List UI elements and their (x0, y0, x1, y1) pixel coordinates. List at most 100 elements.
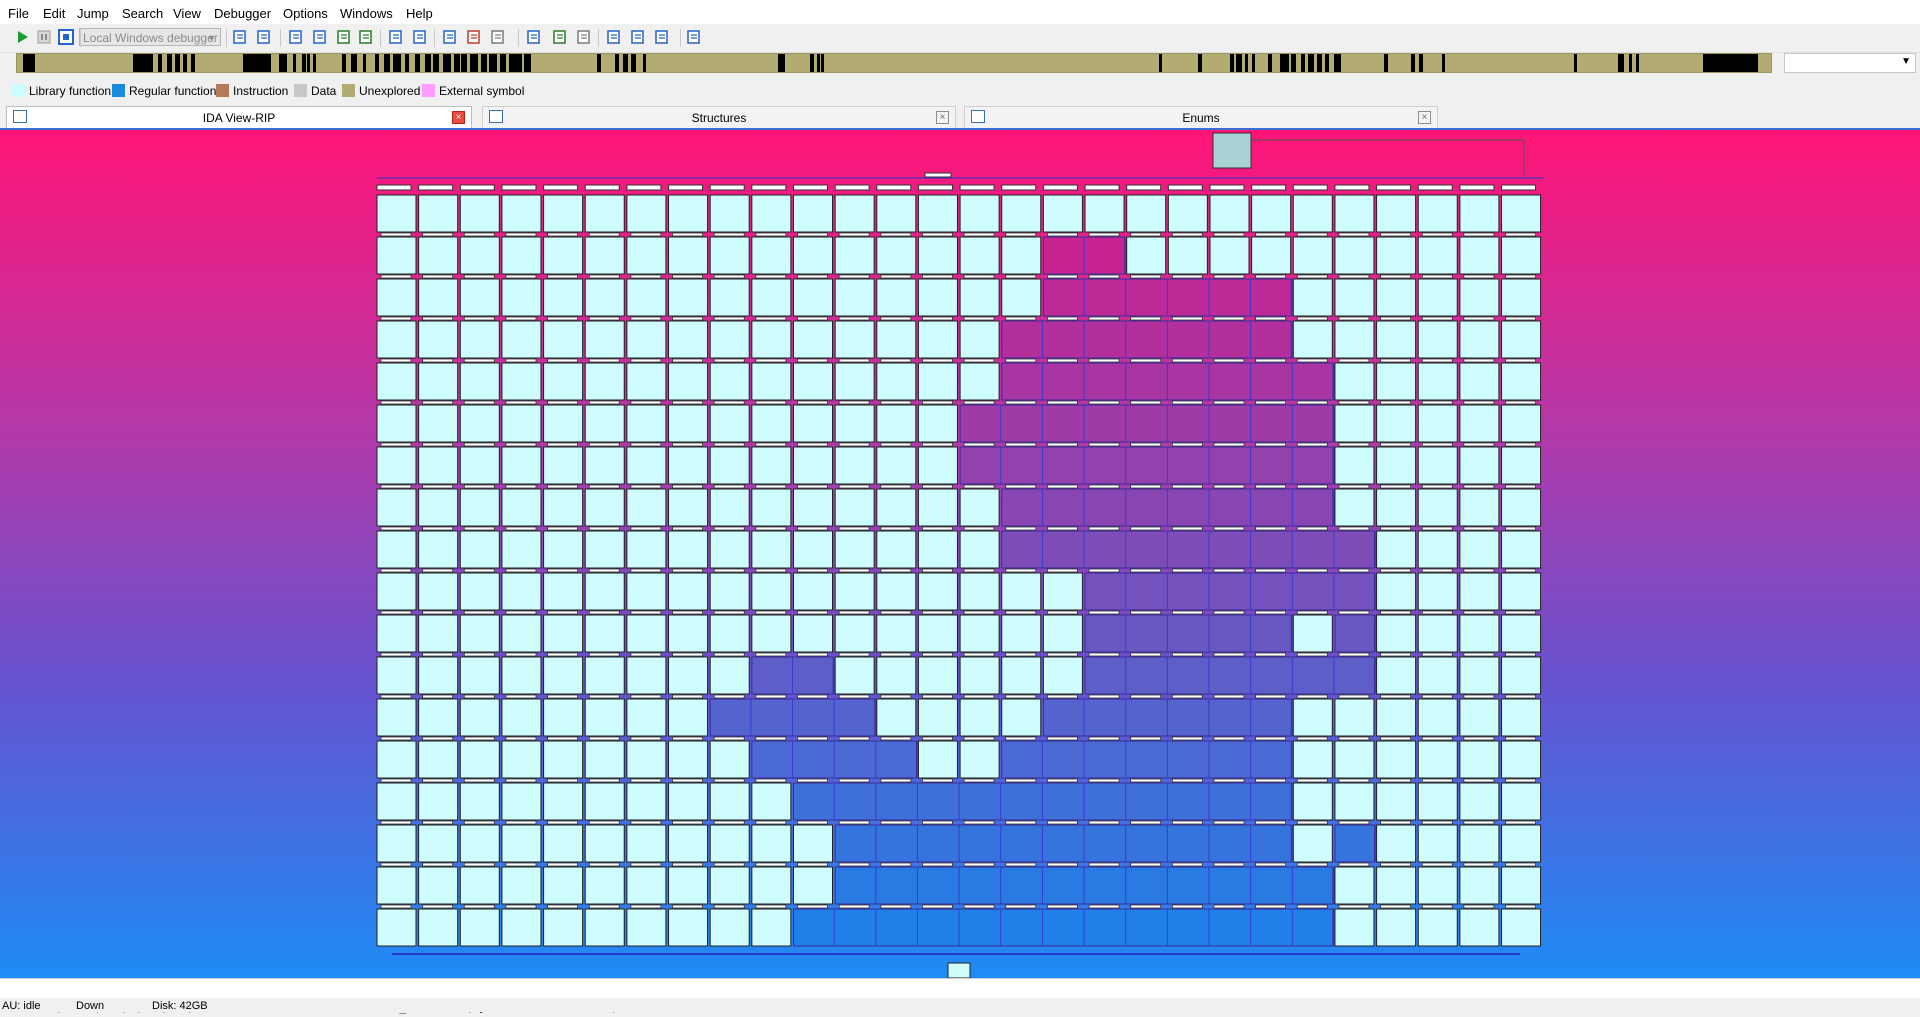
graph-canvas[interactable] (0, 130, 1920, 978)
connector-block (1296, 568, 1328, 573)
connector-block (380, 442, 412, 447)
connector-block (1296, 610, 1328, 615)
delete-breakpoint-icon[interactable] (488, 27, 508, 47)
navigation-band[interactable] (16, 53, 1772, 73)
attach-icon[interactable] (230, 27, 250, 47)
debugger-select[interactable]: Local Windows debugger ▼ (79, 28, 221, 46)
connector-block (1005, 526, 1037, 531)
basic-block (459, 614, 500, 653)
navband-segment (279, 54, 287, 72)
connector-block (1213, 568, 1245, 573)
connector-block (1255, 778, 1287, 783)
connector-block (713, 442, 745, 447)
connector-block (1171, 568, 1203, 573)
add-breakpoint-icon[interactable] (464, 27, 484, 47)
breakpoint-list-icon[interactable] (334, 27, 354, 47)
graph-view-icon[interactable] (386, 27, 406, 47)
connector-block (1088, 484, 1120, 489)
connector-block (1130, 400, 1162, 405)
menu-debugger[interactable]: Debugger (214, 6, 271, 22)
legend-label: Instruction (233, 84, 289, 98)
menu-search[interactable]: Search (122, 6, 163, 22)
basic-block (501, 362, 542, 401)
basic-block (459, 908, 500, 947)
connector-block (1171, 694, 1203, 699)
legend-swatch (294, 84, 307, 97)
connector-block (1463, 820, 1495, 825)
basic-block (834, 530, 875, 569)
tab-structures[interactable]: Structures × (482, 106, 956, 128)
stop-icon[interactable] (56, 27, 76, 47)
basic-block (418, 614, 459, 653)
connector-block (922, 568, 953, 573)
connector-block (422, 736, 454, 741)
legend-bar: Library function Regular function Instruct… (0, 80, 1920, 102)
basic-block (418, 278, 459, 317)
hide-node-icon[interactable] (574, 27, 594, 47)
menu-edit[interactable]: Edit (43, 6, 65, 22)
new-layout-icon[interactable] (524, 27, 544, 47)
open-list-icon[interactable] (604, 27, 624, 47)
basic-block (418, 572, 459, 611)
menu-view[interactable]: View (173, 6, 201, 22)
connector-block (505, 316, 537, 321)
flowchart-icon[interactable] (652, 27, 672, 47)
xref-icon[interactable] (628, 27, 648, 47)
menu-jump[interactable]: Jump (77, 6, 109, 22)
basic-block (1376, 194, 1417, 233)
connector-block (588, 778, 620, 783)
step-over-icon[interactable] (286, 27, 306, 47)
connector-block (1005, 820, 1037, 825)
connector-block (1005, 652, 1037, 657)
tab-ida-view-rip[interactable]: IDA View-RIP × (6, 106, 472, 128)
basic-block (418, 530, 459, 569)
connector-block (1380, 904, 1411, 909)
close-icon[interactable]: × (936, 111, 949, 124)
call-graph-icon[interactable] (684, 27, 704, 47)
connector-block (1047, 778, 1078, 783)
menu-file[interactable]: File (8, 6, 29, 22)
connector-block (630, 652, 662, 657)
tab-enums[interactable]: Enums × (964, 106, 1438, 128)
close-icon[interactable]: × (1418, 111, 1431, 124)
connector-block (1171, 778, 1203, 783)
run-to-cursor-icon[interactable] (310, 27, 330, 47)
trace-icon[interactable] (356, 27, 376, 47)
connector-block (547, 694, 578, 699)
basic-block (1001, 236, 1042, 275)
legend-item-instruction: Instruction (216, 84, 288, 98)
play-icon[interactable] (12, 27, 32, 47)
connector-block (1213, 232, 1245, 237)
connector-block (1005, 484, 1037, 489)
connector-block (1213, 778, 1245, 783)
proximity-icon[interactable] (410, 27, 430, 47)
connector-block (797, 652, 828, 657)
basic-block (584, 656, 625, 695)
connector-block (1421, 316, 1453, 321)
basic-block (668, 320, 709, 359)
basic-block (584, 488, 625, 527)
close-icon[interactable]: × (452, 111, 465, 124)
connector-block (880, 316, 912, 321)
basic-block (501, 824, 542, 863)
script-icon[interactable] (440, 27, 460, 47)
graph-view[interactable] (0, 128, 1920, 978)
connector-block (922, 232, 953, 237)
step-into-icon[interactable] (254, 27, 274, 47)
connector-block (463, 610, 495, 615)
menu-options[interactable]: Options (283, 6, 328, 22)
connector-block (1296, 316, 1328, 321)
menu-help[interactable]: Help (406, 6, 433, 22)
connector-block (713, 694, 745, 699)
basic-block (459, 656, 500, 695)
menu-windows[interactable]: Windows (340, 6, 393, 22)
navigation-band-select[interactable]: ▼ (1784, 53, 1916, 73)
highlighted-path-block (1084, 614, 1292, 653)
add-node-icon[interactable] (550, 27, 570, 47)
basic-block (626, 194, 667, 233)
basic-block (668, 866, 709, 905)
pause-icon[interactable] (34, 27, 54, 47)
basic-block (584, 236, 625, 275)
basic-block (1042, 656, 1083, 695)
connector-block (755, 820, 787, 825)
